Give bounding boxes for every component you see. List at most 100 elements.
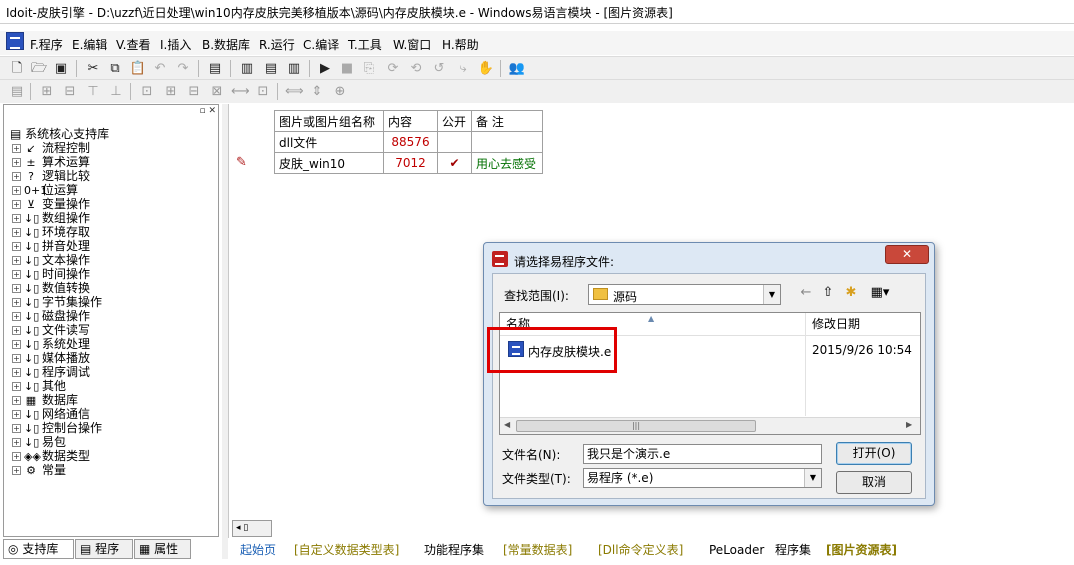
expand-icon[interactable]: + [12,368,21,377]
tree-item[interactable]: + ⚙ 常量 [12,463,66,477]
menu-program[interactable]: F.程序 [30,36,63,53]
expand-icon[interactable]: + [12,354,21,363]
expand-icon[interactable]: + [12,256,21,265]
step-icon[interactable]: ⎘ [360,60,378,77]
scroll-right-icon[interactable]: ▶ [906,420,912,429]
tree-item[interactable]: + ⊻ 变量操作 [12,197,90,211]
app-icon[interactable] [6,32,24,50]
size-w-icon[interactable]: ⊠ [208,83,226,100]
align-top-icon[interactable]: ⊤ [84,83,102,100]
resource-name[interactable]: dll文件 [274,131,384,153]
expand-icon[interactable]: + [12,228,21,237]
scroll-thumb[interactable]: ||| [516,420,756,432]
space-v-icon[interactable]: ⊟ [185,83,203,100]
scroll-left-icon[interactable]: ◀ [504,420,510,429]
expand-icon[interactable]: + [12,340,21,349]
resource-public[interactable]: ✔ [437,152,472,174]
tree-item[interactable]: + ↓▯ 文件读写 [12,323,90,337]
tree-item[interactable]: + ↓▯ 时间操作 [12,267,90,281]
paste-icon[interactable]: 📋 [129,60,147,77]
expand-icon[interactable]: + [12,326,21,335]
expand-icon[interactable]: + [12,144,21,153]
expand-icon[interactable]: + [12,158,21,167]
fit-height-icon[interactable]: ⇕ [308,83,326,100]
copy-icon[interactable]: ⧉ [106,60,124,77]
menu-help[interactable]: H.帮助 [442,36,479,53]
resource-public[interactable] [437,131,472,153]
layout-3-icon[interactable]: ▥ [285,60,303,77]
tree-item[interactable]: + ↓▯ 数值转换 [12,281,90,295]
table-row[interactable]: 皮肤_win10 7012 ✔ 用心去感受 [274,152,543,174]
menu-run[interactable]: R.运行 [259,36,295,53]
align-middle-icon[interactable]: ⊥ [107,83,125,100]
align-bottom-icon[interactable]: ⊡ [138,83,156,100]
tab-program-set[interactable]: 程序集 [775,540,811,560]
expand-icon[interactable]: + [12,438,21,447]
expand-icon[interactable]: + [12,410,21,419]
view-menu-icon[interactable]: ▦▾ [866,284,894,302]
up-folder-icon[interactable]: ⇧ [819,284,837,302]
expand-icon[interactable]: + [12,186,21,195]
expand-icon[interactable]: + [12,284,21,293]
tree-item[interactable]: + ↓▯ 网络通信 [12,407,90,421]
tree-item[interactable]: + ↓▯ 字节集操作 [12,295,102,309]
find-icon[interactable]: ▤ [206,60,224,77]
tab-peloader[interactable]: PeLoader [709,540,764,560]
tree-item[interactable]: + ↓▯ 磁盘操作 [12,309,90,323]
undo-icon[interactable]: ↶ [151,60,169,77]
align-center-icon[interactable]: ⊞ [38,83,56,100]
tree-item[interactable]: +0+1位运算 [12,183,78,197]
people-icon[interactable]: 👥 [508,60,526,77]
expand-icon[interactable]: + [12,452,21,461]
tree-item[interactable]: + ◈◈数据类型 [12,449,90,463]
open-button[interactable]: 打开(O) [836,442,912,465]
expand-icon[interactable]: + [12,424,21,433]
menu-database[interactable]: B.数据库 [202,36,250,53]
editor-scroll-left[interactable]: ◂ ▯ [232,520,272,537]
new-icon[interactable]: 🗋 [8,60,26,77]
tab-function-set[interactable]: 功能程序集 [424,540,484,560]
expand-icon[interactable]: + [12,200,21,209]
tab-program[interactable]: ▤ 程序 [75,539,133,559]
chevron-down-icon[interactable]: ▼ [804,469,821,487]
expand-icon[interactable]: + [12,382,21,391]
file-name-input[interactable]: 我只是个演示.e [583,444,822,464]
resource-note[interactable]: 用心去感受 [471,152,543,174]
center-icon[interactable]: ⊡ [254,83,272,100]
list-item[interactable]: 内存皮肤模块.e [487,327,808,373]
table-row[interactable]: dll文件 88576 [274,131,543,153]
menu-edit[interactable]: E.编辑 [72,36,107,53]
back-icon[interactable]: ← [797,284,815,302]
save-icon[interactable]: ▣ [52,60,70,77]
step-out-icon[interactable]: ⟲ [407,60,425,77]
step-into-icon[interactable]: ⟳ [384,60,402,77]
cut-icon[interactable]: ✂ [84,60,102,77]
tree-item[interactable]: + ↓▯ 拼音处理 [12,239,90,253]
stop-icon[interactable]: ■ [338,60,356,77]
tab-custom-types[interactable]: [自定义数据类型表] [294,540,399,560]
tree-item[interactable]: + ↓▯ 易包 [12,435,66,449]
resource-name[interactable]: 皮肤_win10 [274,152,384,174]
resource-note[interactable] [471,131,543,153]
tree-root[interactable]: ▤ 系统核心支持库 [10,125,109,142]
cancel-button[interactable]: 取消 [836,471,912,494]
tree-item[interactable]: + ↓▯ 环境存取 [12,225,90,239]
expand-icon[interactable]: + [12,298,21,307]
redo-icon[interactable]: ↷ [174,60,192,77]
expand-icon[interactable]: + [12,312,21,321]
expand-icon[interactable]: + [12,396,21,405]
panel-controls-icon[interactable]: ▫ ✕ [199,106,216,116]
hand-icon[interactable]: ✋ [477,60,495,77]
expand-icon[interactable]: + [12,466,21,475]
resource-content[interactable]: 7012 [383,152,438,174]
expand-icon[interactable]: + [12,242,21,251]
tree-item[interactable]: + ↓▯ 其他 [12,379,66,393]
align-right-icon[interactable]: ⊟ [61,83,79,100]
menu-tools[interactable]: T.工具 [348,36,382,53]
chevron-down-icon[interactable]: ▼ [763,285,780,304]
layout-2-icon[interactable]: ▤ [262,60,280,77]
layout-1-icon[interactable]: ▥ [238,60,256,77]
tree-item[interactable]: +? 逻辑比较 [12,169,90,183]
tab-dll-commands[interactable]: [Dll命令定义表] [598,540,683,560]
close-button[interactable]: ✕ [885,245,929,264]
